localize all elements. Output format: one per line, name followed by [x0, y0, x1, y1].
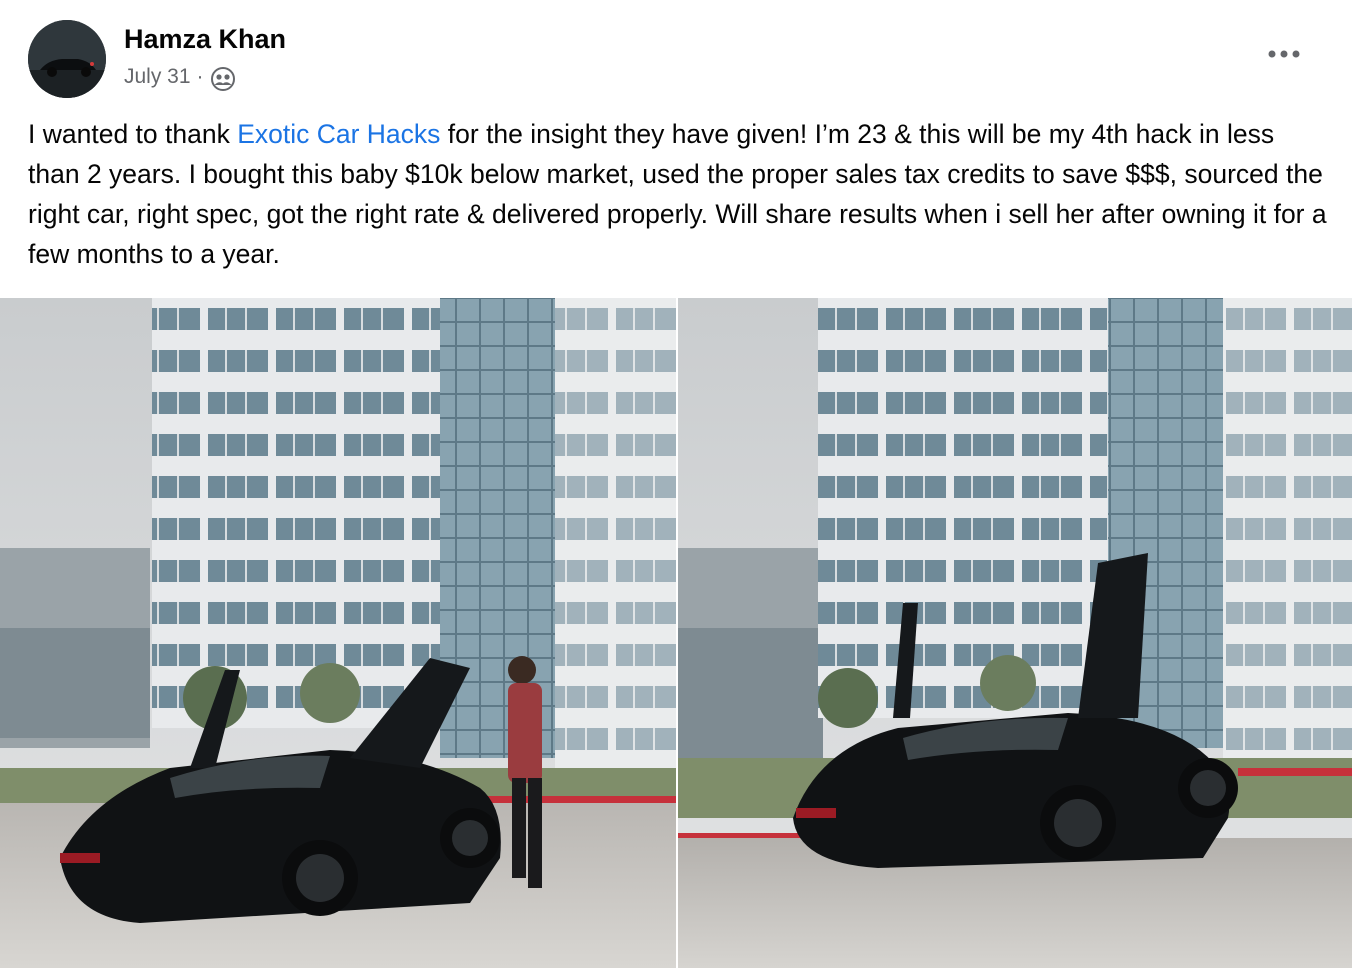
- author-name[interactable]: Hamza Khan: [124, 22, 286, 56]
- more-options-button[interactable]: [1260, 36, 1308, 72]
- car-photo-with-person: [0, 298, 676, 968]
- photo-2[interactable]: [678, 298, 1352, 968]
- mention-link[interactable]: Exotic Car Hacks: [237, 119, 440, 149]
- more-options-icon: [1268, 50, 1300, 58]
- post-text: I wanted to thank Exotic Car Hacks for t…: [28, 114, 1328, 274]
- friends-icon[interactable]: [210, 66, 236, 92]
- photo-1[interactable]: [0, 298, 676, 968]
- post-text-part-1: I wanted to thank: [28, 119, 238, 149]
- post-date[interactable]: July 31: [124, 63, 191, 91]
- avatar-image: [28, 20, 106, 98]
- post-meta: July 31 ·: [124, 62, 236, 92]
- post-header: Hamza Khan July 31 ·: [0, 0, 1352, 110]
- photo-grid: [0, 298, 1352, 968]
- car-photo: [678, 298, 1352, 968]
- avatar[interactable]: [28, 20, 106, 98]
- meta-separator: ·: [196, 65, 204, 88]
